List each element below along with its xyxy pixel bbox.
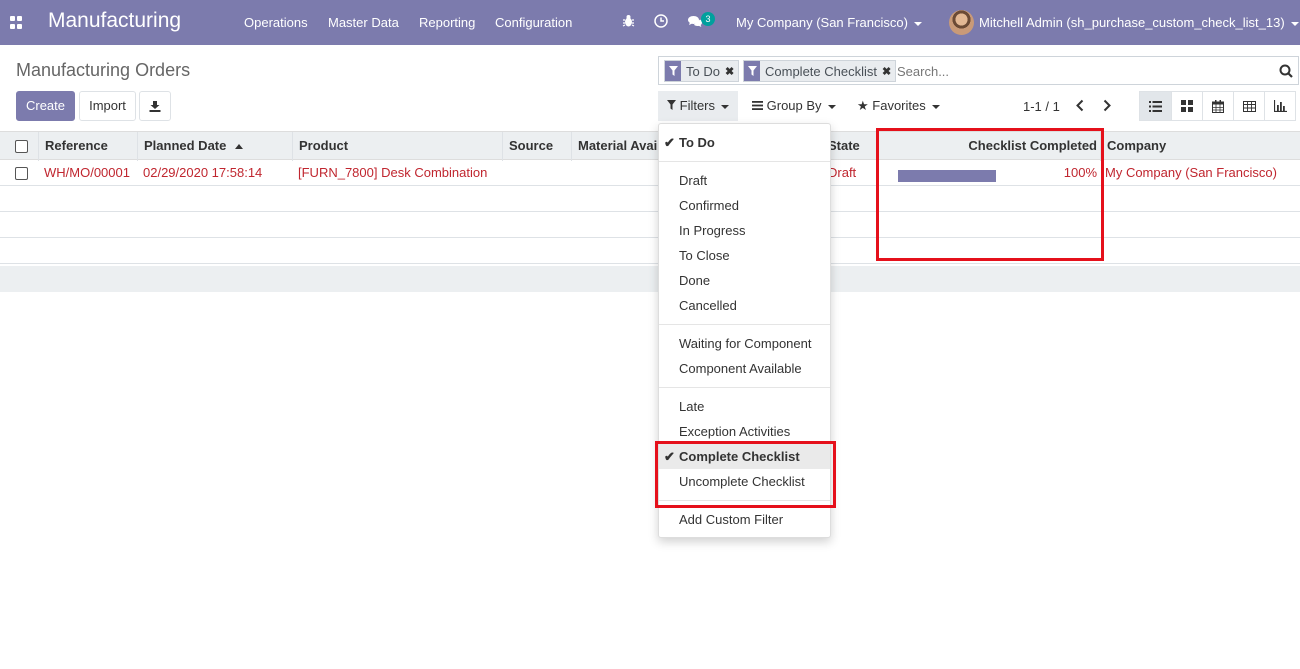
page-title: Manufacturing Orders [16, 60, 191, 80]
chevron-right-icon[interactable] [1102, 99, 1112, 115]
app-title[interactable]: Manufacturing [48, 9, 181, 33]
filters-button[interactable]: Filters [658, 91, 739, 121]
filter-done[interactable]: Done [659, 268, 830, 293]
calendar-view-icon[interactable] [1202, 92, 1233, 120]
cell-planned-date: 02/29/2020 17:58:14 [143, 165, 263, 180]
import-button[interactable]: Import [79, 91, 136, 121]
filter-todo[interactable]: ✔ To Do [659, 130, 830, 155]
highlight-checklist-filters [655, 441, 836, 508]
empty-row [0, 186, 1300, 212]
filter-label: To Do [679, 135, 715, 150]
download-button[interactable] [139, 91, 171, 121]
column-material-availability[interactable]: Material Availability [571, 132, 658, 161]
chevron-down-icon [827, 104, 836, 109]
search-bar[interactable]: To Do ✖ Complete Checklist ✖ [658, 56, 1299, 85]
chevron-down-icon [1290, 21, 1299, 26]
remove-facet-icon[interactable]: ✖ [882, 65, 891, 78]
highlight-checklist-column [876, 128, 1104, 261]
groupby-button[interactable]: Group By [743, 91, 845, 121]
cell-state: Draft [828, 165, 857, 180]
divider [659, 324, 830, 325]
facet-complete-checklist[interactable]: Complete Checklist ✖ [743, 60, 897, 82]
column-planned-date[interactable]: Planned Date [137, 132, 295, 161]
favorites-label: Favorites [872, 98, 926, 113]
apps-menu-icon[interactable] [10, 16, 23, 29]
menu-master-data[interactable]: Master Data [328, 15, 399, 30]
download-icon [149, 101, 161, 112]
filter-icon [667, 100, 676, 110]
facet-todo[interactable]: To Do ✖ [664, 60, 740, 82]
user-menu[interactable]: Mitchell Admin (sh_purchase_custom_check… [979, 15, 1299, 30]
star-icon: ★ [857, 98, 869, 113]
table-row[interactable]: WH/MO/00001 02/29/2020 17:58:14 [FURN_78… [0, 160, 1300, 186]
filter-cancelled[interactable]: Cancelled [659, 293, 830, 318]
empty-row [0, 212, 1300, 238]
divider [659, 387, 830, 388]
company-switcher[interactable]: My Company (San Francisco) [736, 15, 922, 30]
table-header: Reference Planned Date Product Source Ma… [0, 131, 1300, 161]
chevron-left-icon[interactable] [1075, 99, 1085, 115]
filter-late[interactable]: Late [659, 394, 830, 419]
add-custom-filter[interactable]: Add Custom Filter [659, 507, 830, 532]
user-avatar[interactable] [949, 10, 974, 35]
column-source[interactable]: Source [502, 132, 572, 161]
list-view-icon[interactable] [1140, 92, 1171, 120]
filter-icon [744, 61, 760, 81]
divider [659, 161, 830, 162]
messages-count-badge: 3 [701, 12, 715, 26]
menu-configuration[interactable]: Configuration [495, 15, 572, 30]
search-icon[interactable] [1279, 64, 1293, 81]
chevron-down-icon [931, 104, 940, 109]
chevron-down-icon [913, 21, 922, 26]
sort-asc-icon [234, 144, 243, 150]
filter-draft[interactable]: Draft [659, 168, 830, 193]
graph-view-icon[interactable] [1264, 92, 1295, 120]
table-footer [0, 266, 1300, 292]
select-all-checkbox[interactable] [15, 140, 28, 153]
column-company[interactable]: Company [1100, 132, 1293, 161]
cell-company: My Company (San Francisco) [1105, 165, 1277, 180]
top-navbar: Manufacturing Operations Master Data Rep… [0, 0, 1300, 45]
kanban-view-icon[interactable] [1171, 92, 1202, 120]
view-switcher [1139, 91, 1296, 121]
pivot-view-icon[interactable] [1233, 92, 1264, 120]
remove-facet-icon[interactable]: ✖ [725, 65, 734, 78]
favorites-button[interactable]: ★ Favorites [848, 91, 949, 121]
company-name: My Company (San Francisco) [736, 15, 908, 30]
cell-product: [FURN_7800] Desk Combination [298, 165, 488, 180]
filter-component-available[interactable]: Component Available [659, 356, 830, 381]
filter-waiting-component[interactable]: Waiting for Component [659, 331, 830, 356]
menu-operations[interactable]: Operations [244, 15, 308, 30]
cell-reference: WH/MO/00001 [44, 165, 130, 180]
list-table: Reference Planned Date Product Source Ma… [0, 131, 1300, 264]
filter-to-close[interactable]: To Close [659, 243, 830, 268]
clock-icon[interactable] [654, 14, 668, 31]
checkmark-icon: ✔ [664, 135, 675, 150]
groupby-label: Group By [766, 98, 822, 113]
filters-label: Filters [679, 98, 716, 113]
column-product[interactable]: Product [292, 132, 502, 161]
column-reference[interactable]: Reference [38, 132, 138, 161]
column-label: Planned Date [144, 138, 227, 153]
create-button[interactable]: Create [16, 91, 75, 121]
user-name: Mitchell Admin (sh_purchase_custom_check… [979, 15, 1285, 30]
empty-row [0, 238, 1300, 264]
bug-icon[interactable] [622, 14, 635, 31]
filter-in-progress[interactable]: In Progress [659, 218, 830, 243]
row-checkbox[interactable] [15, 167, 28, 180]
bars-icon [752, 101, 763, 110]
facet-label: Complete Checklist [765, 63, 877, 79]
pager-value[interactable]: 1-1 / 1 [1023, 99, 1060, 114]
facet-label: To Do [686, 63, 720, 79]
filter-confirmed[interactable]: Confirmed [659, 193, 830, 218]
search-input[interactable] [897, 62, 1267, 80]
chevron-down-icon [721, 104, 730, 109]
menu-reporting[interactable]: Reporting [419, 15, 475, 30]
filter-icon [665, 61, 681, 81]
